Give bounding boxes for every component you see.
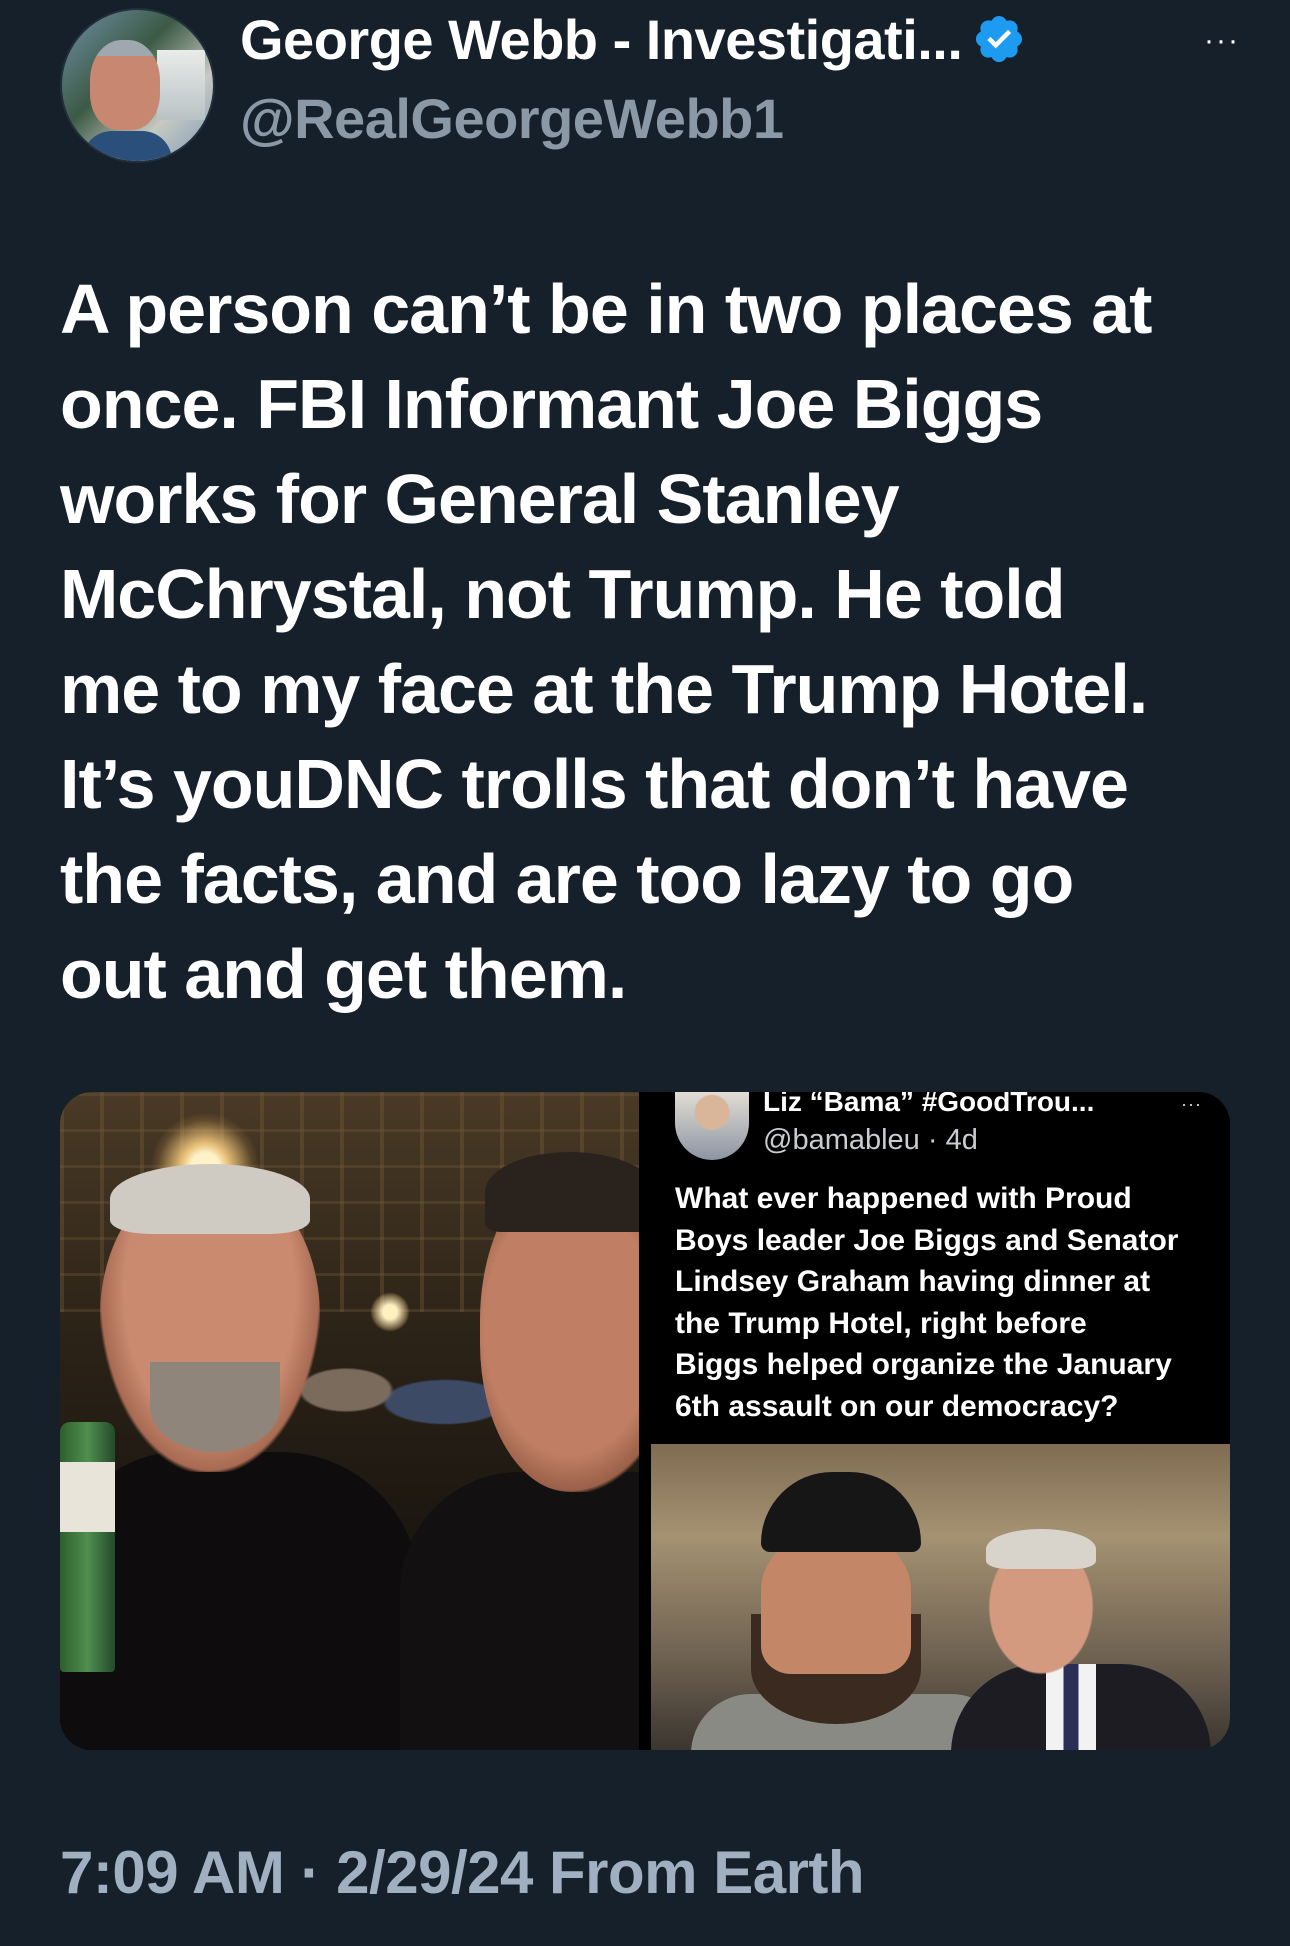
more-options-icon[interactable]: ··· <box>1204 26 1240 56</box>
quoted-author-avatar <box>675 1092 749 1160</box>
quoted-author-handle: @bamableu · 4d <box>763 1124 978 1156</box>
photo-person-right-hair <box>485 1152 639 1232</box>
quoted-more-icon: ··· <box>1181 1094 1202 1114</box>
media-photo-selfie[interactable] <box>60 1092 639 1750</box>
quoted-photo-person-left-face <box>761 1534 911 1674</box>
author-handle[interactable]: @RealGeorgeWebb1 <box>240 86 784 151</box>
photo-bottle <box>60 1422 115 1672</box>
photo-lamp <box>370 1292 410 1332</box>
media-quoted-screenshot[interactable]: Liz “Bama” #GoodTrou... ··· @bamableu · … <box>651 1092 1230 1750</box>
quoted-tweet-text: What ever happened with Proud Boys leade… <box>675 1182 1179 1423</box>
tweet-header: George Webb - Investigati... ··· @RealGe… <box>60 7 1240 163</box>
tweet-timestamp[interactable]: 7:09 AM · 2/29/24 From Earth <box>60 1838 865 1907</box>
tweet-media[interactable]: Liz “Bama” #GoodTrou... ··· @bamableu · … <box>60 1092 1230 1750</box>
avatar-face <box>90 40 160 130</box>
photo-person-right-body <box>400 1472 639 1750</box>
photo-person-left-beard <box>150 1362 280 1452</box>
photo-person-left-hair <box>110 1164 310 1234</box>
photo-bottle-label <box>60 1462 115 1532</box>
author-avatar[interactable] <box>60 8 215 163</box>
tweet-text: A person can’t be in two places at once.… <box>60 270 1152 1013</box>
quoted-author-name: Liz “Bama” #GoodTrou... <box>763 1092 1095 1117</box>
author-display-name[interactable]: George Webb - Investigati... <box>240 7 963 72</box>
tweet-view: George Webb - Investigati... ··· @RealGe… <box>0 0 1290 1946</box>
quoted-photo-person-right-hair <box>986 1529 1096 1569</box>
verified-badge-icon <box>976 15 1023 63</box>
author-name-row[interactable]: George Webb - Investigati... <box>240 7 1140 72</box>
quoted-photo <box>651 1444 1230 1750</box>
quoted-photo-person-left-cap <box>761 1472 921 1552</box>
avatar-building <box>157 50 205 120</box>
avatar-shirt <box>82 131 172 161</box>
